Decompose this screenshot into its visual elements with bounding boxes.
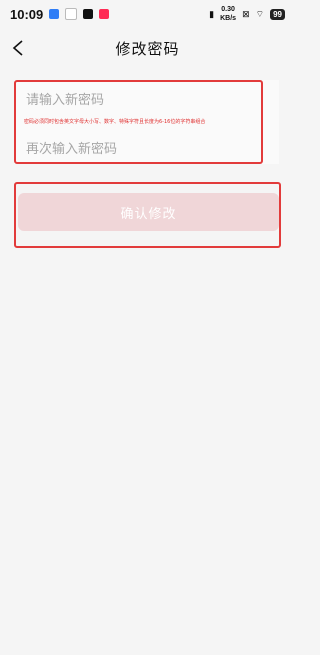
new-password-input[interactable] [24, 91, 264, 109]
status-right: ▮ 0.30 KB/s ⊠ ⌔ 99 [209, 5, 285, 23]
nav-bar: 修改密码 [0, 28, 295, 68]
page-title: 修改密码 [115, 39, 180, 58]
app-icon-blue [49, 9, 60, 19]
wifi-icon: ⌔ [255, 8, 265, 19]
confirm-password-input[interactable] [24, 140, 264, 158]
netspeed-unit: KB/s [220, 15, 237, 22]
netspeed: 0.30 KB/s [220, 5, 236, 23]
new-password-row [24, 88, 264, 112]
password-rule-hint: 密码必须同时包含英文字母大小写、数字、特殊字符且长度为6-16位的字符串组合 [24, 119, 206, 125]
status-left: 10:09 [10, 6, 110, 22]
chevron-left-icon [12, 40, 23, 56]
app-icon-white [65, 8, 78, 20]
status-time: 10:09 [10, 6, 44, 22]
tiktok-icon [83, 9, 94, 19]
battery: 99 [270, 8, 285, 20]
confirm-change-button[interactable]: 确认修改 [18, 193, 279, 231]
back-button[interactable] [12, 28, 42, 68]
sim-icon: ⊠ [242, 8, 250, 19]
confirm-password-row [24, 137, 264, 161]
vibrate-icon: ▮ [209, 8, 215, 19]
netspeed-value: 0.30 [221, 6, 235, 13]
red-app-icon [99, 9, 110, 19]
status-bar: 10:09 ▮ 0.30 KB/s ⊠ ⌔ 99 [0, 0, 295, 28]
